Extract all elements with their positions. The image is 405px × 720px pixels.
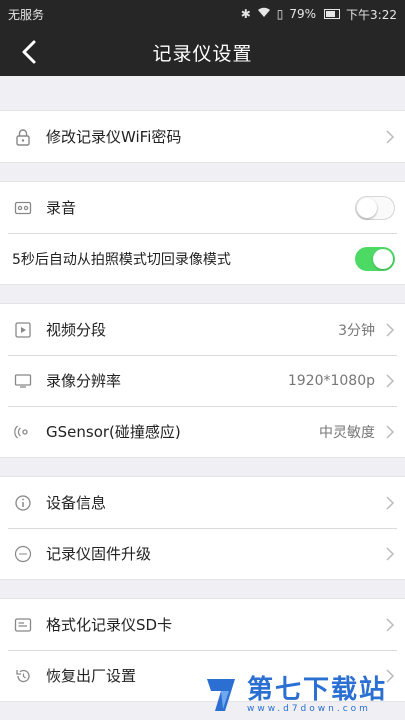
toggle-knob (373, 248, 393, 269)
firmware-upgrade-label: 记录仪固件升级 (46, 545, 152, 563)
watermark-text: 第七下载站 www.d7down.com (247, 676, 387, 714)
battery-text: 79% (289, 7, 317, 21)
toggle-knob (357, 197, 377, 218)
record-audio-toggle[interactable] (355, 195, 395, 220)
auto-switch-label: 5秒后自动从拍照模式切回录像模式 (12, 251, 231, 268)
silent-icon: ▯ (276, 7, 284, 21)
gsensor-value: 中灵敏度 (319, 424, 375, 441)
gsensor-label: GSensor(碰撞感应) (46, 423, 181, 441)
title-bar: 记录仪设置 (0, 28, 405, 76)
chevron-right-icon (386, 373, 395, 388)
sensor-icon (12, 421, 34, 443)
chevron-right-icon (386, 546, 395, 561)
row-firmware-upgrade[interactable]: 记录仪固件升级 (0, 528, 405, 579)
group-device: 设备信息 记录仪固件升级 (0, 476, 405, 580)
status-bar: 无服务 ✱ ▯ 79% 下午3:22 (0, 0, 405, 28)
resolution-value: 1920*1080p (287, 372, 375, 389)
info-icon (12, 492, 34, 514)
watermark-title: 第七下载站 (247, 675, 388, 705)
back-arrow-icon[interactable] (18, 38, 42, 66)
watermark-logo-icon (207, 679, 235, 711)
row-video-segment[interactable]: 视频分段 3分钟 (0, 304, 405, 355)
ota-icon (12, 543, 34, 565)
chevron-right-icon (386, 129, 395, 144)
row-auto-switch: 5秒后自动从拍照模式切回录像模式 (0, 233, 405, 284)
row-record-audio: 录音 (0, 182, 405, 233)
device-info-label: 设备信息 (46, 494, 107, 512)
group-wifi: 修改记录仪WiFi密码 (0, 110, 405, 163)
carrier-text: 无服务 (8, 7, 45, 22)
resolution-label: 录像分辨率 (46, 372, 122, 390)
clock-text: 下午3:22 (346, 7, 397, 22)
row-device-info[interactable]: 设备信息 (0, 477, 405, 528)
video-segment-label: 视频分段 (46, 321, 107, 339)
chevron-right-icon (386, 424, 395, 439)
record-audio-label: 录音 (46, 199, 77, 217)
settings-list: 修改记录仪WiFi密码 录音 5秒后自动从拍照模式切回录像模式 视频分段 3分钟 (0, 76, 405, 720)
wifi-password-label: 修改记录仪WiFi密码 (46, 128, 182, 146)
group-video: 视频分段 3分钟 录像分辨率 1920*1080p GSensor(碰撞感应) … (0, 303, 405, 458)
video-segment-value: 3分钟 (338, 322, 375, 339)
row-resolution[interactable]: 录像分辨率 1920*1080p (0, 355, 405, 406)
auto-switch-toggle[interactable] (355, 246, 395, 271)
group-audio: 录音 5秒后自动从拍照模式切回录像模式 (0, 181, 405, 285)
restore-icon (12, 665, 34, 687)
watermark: 第七下载站 www.d7down.com (201, 670, 401, 720)
battery-icon (324, 9, 341, 19)
tape-icon (12, 197, 34, 219)
row-wifi-password[interactable]: 修改记录仪WiFi密码 (0, 111, 405, 162)
video-file-icon (12, 319, 34, 341)
monitor-icon (12, 370, 34, 392)
chevron-right-icon (386, 322, 395, 337)
bluetooth-icon: ✱ (240, 7, 251, 21)
format-sd-label: 格式化记录仪SD卡 (46, 616, 173, 634)
row-format-sd[interactable]: 格式化记录仪SD卡 (0, 599, 405, 650)
wifi-icon (257, 7, 271, 21)
watermark-url: www.d7down.com (247, 704, 371, 714)
row-gsensor[interactable]: GSensor(碰撞感应) 中灵敏度 (0, 406, 405, 457)
chevron-right-icon (386, 617, 395, 632)
sd-card-icon (12, 614, 34, 636)
chevron-right-icon (386, 495, 395, 510)
page-title: 记录仪设置 (152, 42, 253, 65)
lock-icon (12, 126, 34, 148)
status-right: ✱ ▯ 79% 下午3:22 (241, 6, 397, 23)
